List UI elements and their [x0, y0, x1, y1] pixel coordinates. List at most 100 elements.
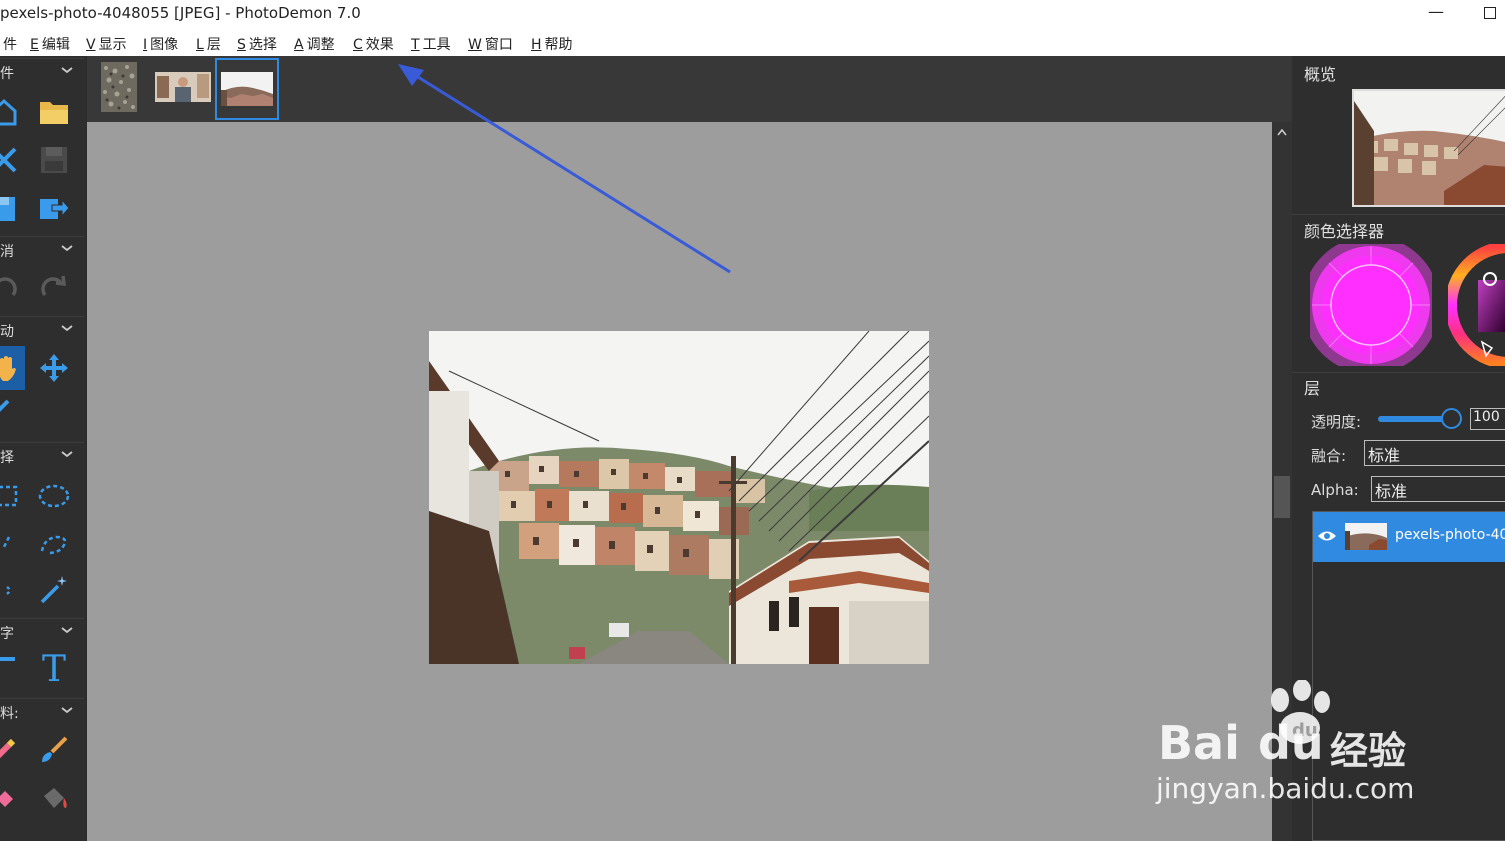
menu-image[interactable]: I 图像: [143, 34, 178, 54]
open-tool[interactable]: [36, 94, 72, 130]
save-as-icon: [0, 197, 15, 221]
eraser-tool[interactable]: [0, 780, 22, 816]
chevron-down-icon: [61, 245, 73, 252]
brush-icon: [42, 736, 68, 762]
move-tool[interactable]: [36, 350, 72, 386]
image-tab-2[interactable]: [155, 62, 211, 112]
menu-help[interactable]: H 帮助: [531, 34, 573, 54]
move-icon: [40, 354, 68, 382]
thumbnail-town-image: [221, 72, 273, 106]
free-select-tool[interactable]: [0, 572, 22, 608]
free-select-icon: [4, 585, 11, 597]
folder-open-icon: [40, 102, 68, 124]
save-as-tool[interactable]: [0, 190, 22, 226]
hand-icon: [0, 356, 16, 381]
menu-adjust[interactable]: A 调整: [294, 34, 335, 54]
layer-name: pexels-photo-40: [1395, 527, 1505, 543]
pencil-icon: [0, 738, 16, 759]
layer-row-selected[interactable]: pexels-photo-40: [1313, 512, 1505, 562]
text-tool[interactable]: T: [36, 652, 72, 688]
color-picker-tool[interactable]: [0, 392, 22, 422]
eraser-icon: [0, 791, 13, 807]
menu-effects[interactable]: C 效果: [353, 34, 394, 54]
undo-icon: [0, 277, 17, 297]
menu-select[interactable]: S 选择: [237, 34, 277, 54]
chevron-down-icon: [61, 451, 73, 458]
toolbox-section-undo[interactable]: 消: [0, 236, 84, 262]
home-tool[interactable]: [0, 94, 22, 130]
image-tab-1[interactable]: [101, 62, 137, 112]
layer-list: pexels-photo-40: [1312, 511, 1505, 841]
text-basic-icon: [0, 657, 15, 661]
save-tool[interactable]: [36, 142, 72, 178]
layer-thumbnail: [1345, 523, 1387, 550]
text-tool-icon: T: [41, 649, 66, 690]
close-icon: [0, 147, 17, 173]
ellipse-select-icon: [38, 484, 70, 508]
maximize-button[interactable]: [1484, 7, 1496, 19]
primary-color-wheel[interactable]: [1310, 244, 1432, 366]
lasso-tool[interactable]: [0, 526, 22, 562]
menu-window[interactable]: W 窗口: [468, 34, 513, 54]
hue-wheel[interactable]: [1448, 244, 1505, 366]
overview-navigator[interactable]: [1352, 89, 1505, 207]
save-icon: [41, 147, 67, 173]
magic-wand-tool[interactable]: [36, 572, 72, 608]
pencil-tool[interactable]: [0, 732, 22, 768]
fill-tool[interactable]: [36, 780, 72, 816]
color-picker-icon: [0, 399, 10, 412]
basic-text-tool[interactable]: [0, 652, 22, 688]
rect-select-tool[interactable]: [0, 478, 22, 514]
eye-icon[interactable]: [1317, 529, 1337, 543]
chevron-down-icon: [61, 627, 73, 634]
redo-icon: [41, 275, 67, 297]
toolbox-section-file[interactable]: 件: [0, 58, 84, 84]
opacity-slider-knob[interactable]: [1441, 408, 1462, 429]
menu-file[interactable]: 件: [0, 34, 17, 54]
toolbox-section-move[interactable]: 动: [0, 316, 84, 342]
panel-divider: [1292, 372, 1505, 373]
redo-tool[interactable]: [36, 270, 72, 306]
fill-icon: [44, 788, 67, 808]
toolbox-section-paint[interactable]: 料:: [0, 698, 84, 724]
magic-wand-icon: [40, 576, 67, 604]
opacity-input[interactable]: 100: [1470, 408, 1505, 430]
annotation-arrow: [398, 64, 731, 274]
thumbnail-gravel-image: [101, 62, 137, 112]
menu-view[interactable]: V 显示: [86, 34, 127, 54]
layers-title: 层: [1304, 379, 1321, 398]
menu-bar: 件 E 编辑 V 显示 I 图像 L层 S 选择 A 调整 C 效果 T 工具 W 窗口 H 帮助: [0, 28, 1505, 56]
close-tool[interactable]: [0, 142, 22, 178]
opacity-slider-track[interactable]: [1378, 416, 1450, 422]
blend-mode-label: 融合:: [1311, 447, 1347, 465]
undo-tool[interactable]: [0, 270, 22, 306]
polygon-lasso-tool[interactable]: [36, 526, 72, 562]
polygon-lasso-icon: [40, 535, 67, 555]
toolbox-section-select[interactable]: 择: [0, 442, 84, 468]
minimize-button[interactable]: —: [1428, 2, 1444, 21]
thumbnail-man-image: [155, 72, 211, 102]
right-panel: 概览 颜色选择器 层 透明度: 100 融合: 标准 Alpha: 标准 pex…: [1292, 56, 1505, 841]
menu-layer[interactable]: L层: [196, 34, 221, 54]
rect-select-icon: [0, 485, 18, 507]
opacity-label: 透明度:: [1311, 413, 1362, 431]
color-picker-title: 颜色选择器: [1304, 222, 1385, 241]
alpha-mode-select[interactable]: 标准: [1371, 476, 1505, 502]
scroll-up-icon[interactable]: [1277, 128, 1287, 136]
overview-thumbnail: [1354, 91, 1505, 205]
toolbox-section-text[interactable]: 字: [0, 618, 84, 644]
chevron-down-icon: [61, 67, 73, 74]
export-tool[interactable]: [36, 190, 72, 226]
brush-tool[interactable]: [36, 732, 72, 768]
blend-mode-select[interactable]: 标准: [1364, 440, 1505, 466]
ellipse-select-tool[interactable]: [36, 478, 72, 514]
canvas-image[interactable]: [429, 331, 929, 664]
menu-tools[interactable]: T 工具: [411, 34, 451, 54]
image-tab-3-active[interactable]: [215, 58, 279, 120]
panel-divider: [1292, 214, 1505, 215]
scrollbar-thumb[interactable]: [1274, 476, 1290, 518]
lasso-icon: [1, 536, 11, 550]
vertical-scrollbar[interactable]: [1272, 122, 1292, 841]
menu-edit[interactable]: E 编辑: [30, 34, 70, 54]
hand-tool[interactable]: [0, 346, 25, 390]
